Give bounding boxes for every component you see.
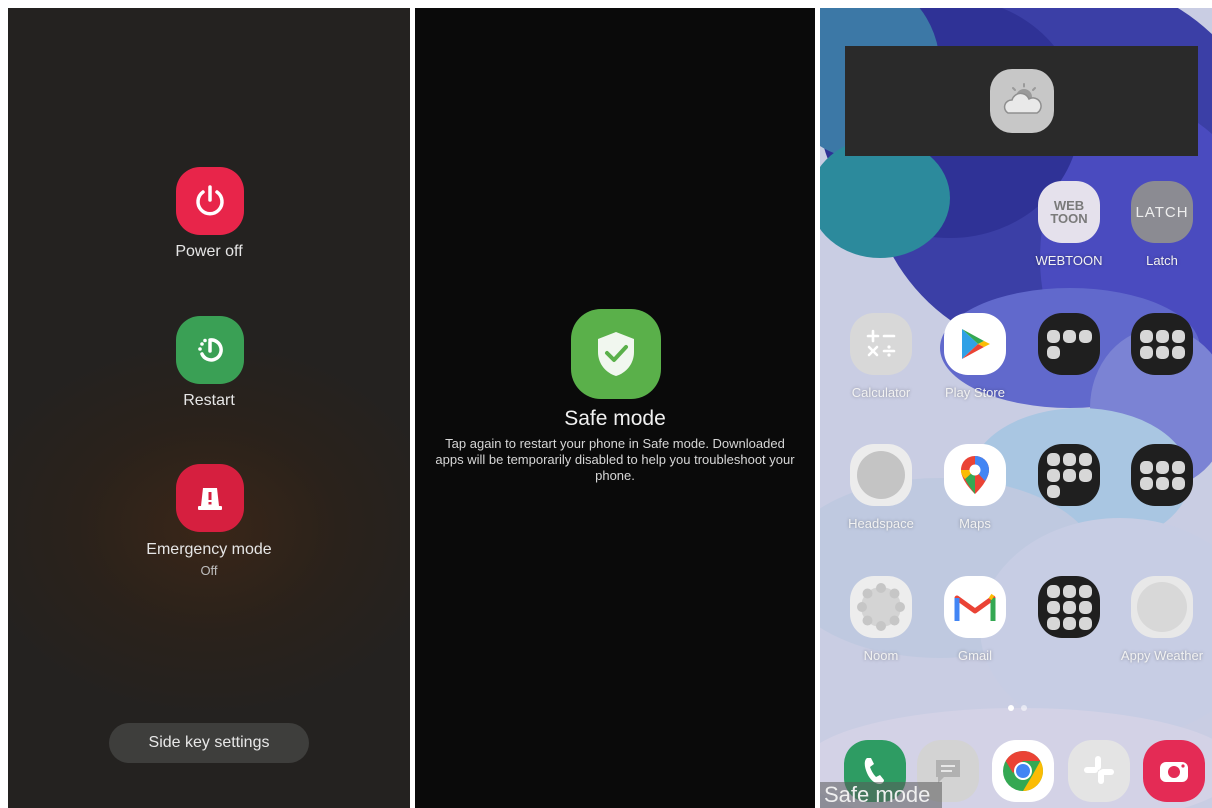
webtoon-icon: WEB TOON — [1050, 199, 1087, 225]
webtoon-label: WEBTOON — [1035, 253, 1103, 268]
restart-button[interactable] — [176, 316, 244, 384]
app-folder-2[interactable] — [1131, 313, 1193, 375]
safe-mode-prompt-screen: Safe mode Tap again to restart your phon… — [415, 8, 815, 808]
appy-weather-app[interactable] — [1131, 576, 1193, 638]
gmail-icon — [954, 593, 996, 621]
webtoon-logo-line2: TOON — [1050, 211, 1088, 226]
folder-apps-grid — [1046, 452, 1092, 498]
noom-label: Noom — [863, 648, 899, 663]
noom-icon — [857, 583, 905, 631]
app-folder-5[interactable] — [1038, 576, 1100, 638]
camera-app[interactable] — [1143, 740, 1205, 802]
emergency-mode-button[interactable] — [176, 464, 244, 532]
maps-label: Maps — [959, 516, 991, 531]
slack-app[interactable] — [1068, 740, 1130, 802]
power-off-label: Power off — [175, 243, 243, 260]
latch-label: Latch — [1146, 253, 1178, 268]
play-store-app[interactable] — [944, 313, 1006, 375]
power-icon — [196, 185, 224, 216]
maps-pin-icon — [961, 456, 989, 494]
power-off-button[interactable] — [176, 167, 244, 235]
headspace-label: Headspace — [848, 516, 914, 531]
emergency-icon — [198, 488, 222, 510]
restart-icon — [198, 338, 223, 362]
safe-mode-button[interactable] — [571, 309, 661, 399]
latch-icon: LATCH — [1135, 203, 1189, 221]
weather-widget[interactable] — [845, 46, 1198, 156]
chrome-icon — [1003, 751, 1043, 791]
partly-cloudy-icon — [989, 69, 1054, 133]
maps-app[interactable] — [944, 444, 1006, 506]
play-store-label: Play Store — [945, 385, 1005, 400]
safe-mode-indicator: Safe mode — [820, 782, 942, 808]
gmail-label: Gmail — [958, 648, 992, 663]
app-folder-3[interactable] — [1038, 444, 1100, 506]
calculator-icon — [866, 329, 896, 357]
chrome-app[interactable] — [992, 740, 1054, 802]
webtoon-app[interactable]: WEB TOON — [1038, 181, 1100, 243]
shield-check-icon — [598, 332, 634, 376]
gmail-app[interactable] — [944, 576, 1006, 638]
restart-label: Restart — [183, 392, 235, 409]
emergency-mode-status: Off — [200, 563, 218, 578]
page-indicator-active — [1008, 705, 1014, 711]
safe-mode-description: Tap again to restart your phone in Safe … — [435, 436, 795, 483]
appy-weather-icon — [1137, 582, 1187, 632]
folder-apps-grid — [1046, 584, 1092, 630]
appy-weather-label: Appy Weather — [1120, 648, 1204, 663]
safe-mode-title: Safe mode — [564, 407, 666, 430]
folder-apps-grid — [1046, 329, 1092, 359]
app-folder-4[interactable] — [1131, 444, 1193, 506]
app-folder-1[interactable] — [1038, 313, 1100, 375]
folder-apps-grid — [1139, 329, 1185, 359]
latch-app[interactable]: LATCH — [1131, 181, 1193, 243]
folder-apps-grid — [1139, 460, 1185, 490]
headspace-icon — [857, 451, 905, 499]
calculator-app[interactable] — [850, 313, 912, 375]
headspace-app[interactable] — [850, 444, 912, 506]
page-indicator — [1021, 705, 1027, 711]
play-store-icon — [962, 329, 990, 359]
slack-icon — [1084, 756, 1114, 784]
side-key-settings-button[interactable]: Side key settings — [109, 723, 309, 763]
home-screen: WEB TOON WEBTOON LATCH Latch Calculator … — [820, 8, 1212, 808]
power-menu-screen: Power off Restart Emergency mode Off Sid… — [8, 8, 410, 808]
noom-app[interactable] — [850, 576, 912, 638]
emergency-mode-label: Emergency mode — [146, 541, 272, 558]
camera-icon — [1160, 762, 1188, 782]
calculator-label: Calculator — [851, 385, 911, 400]
